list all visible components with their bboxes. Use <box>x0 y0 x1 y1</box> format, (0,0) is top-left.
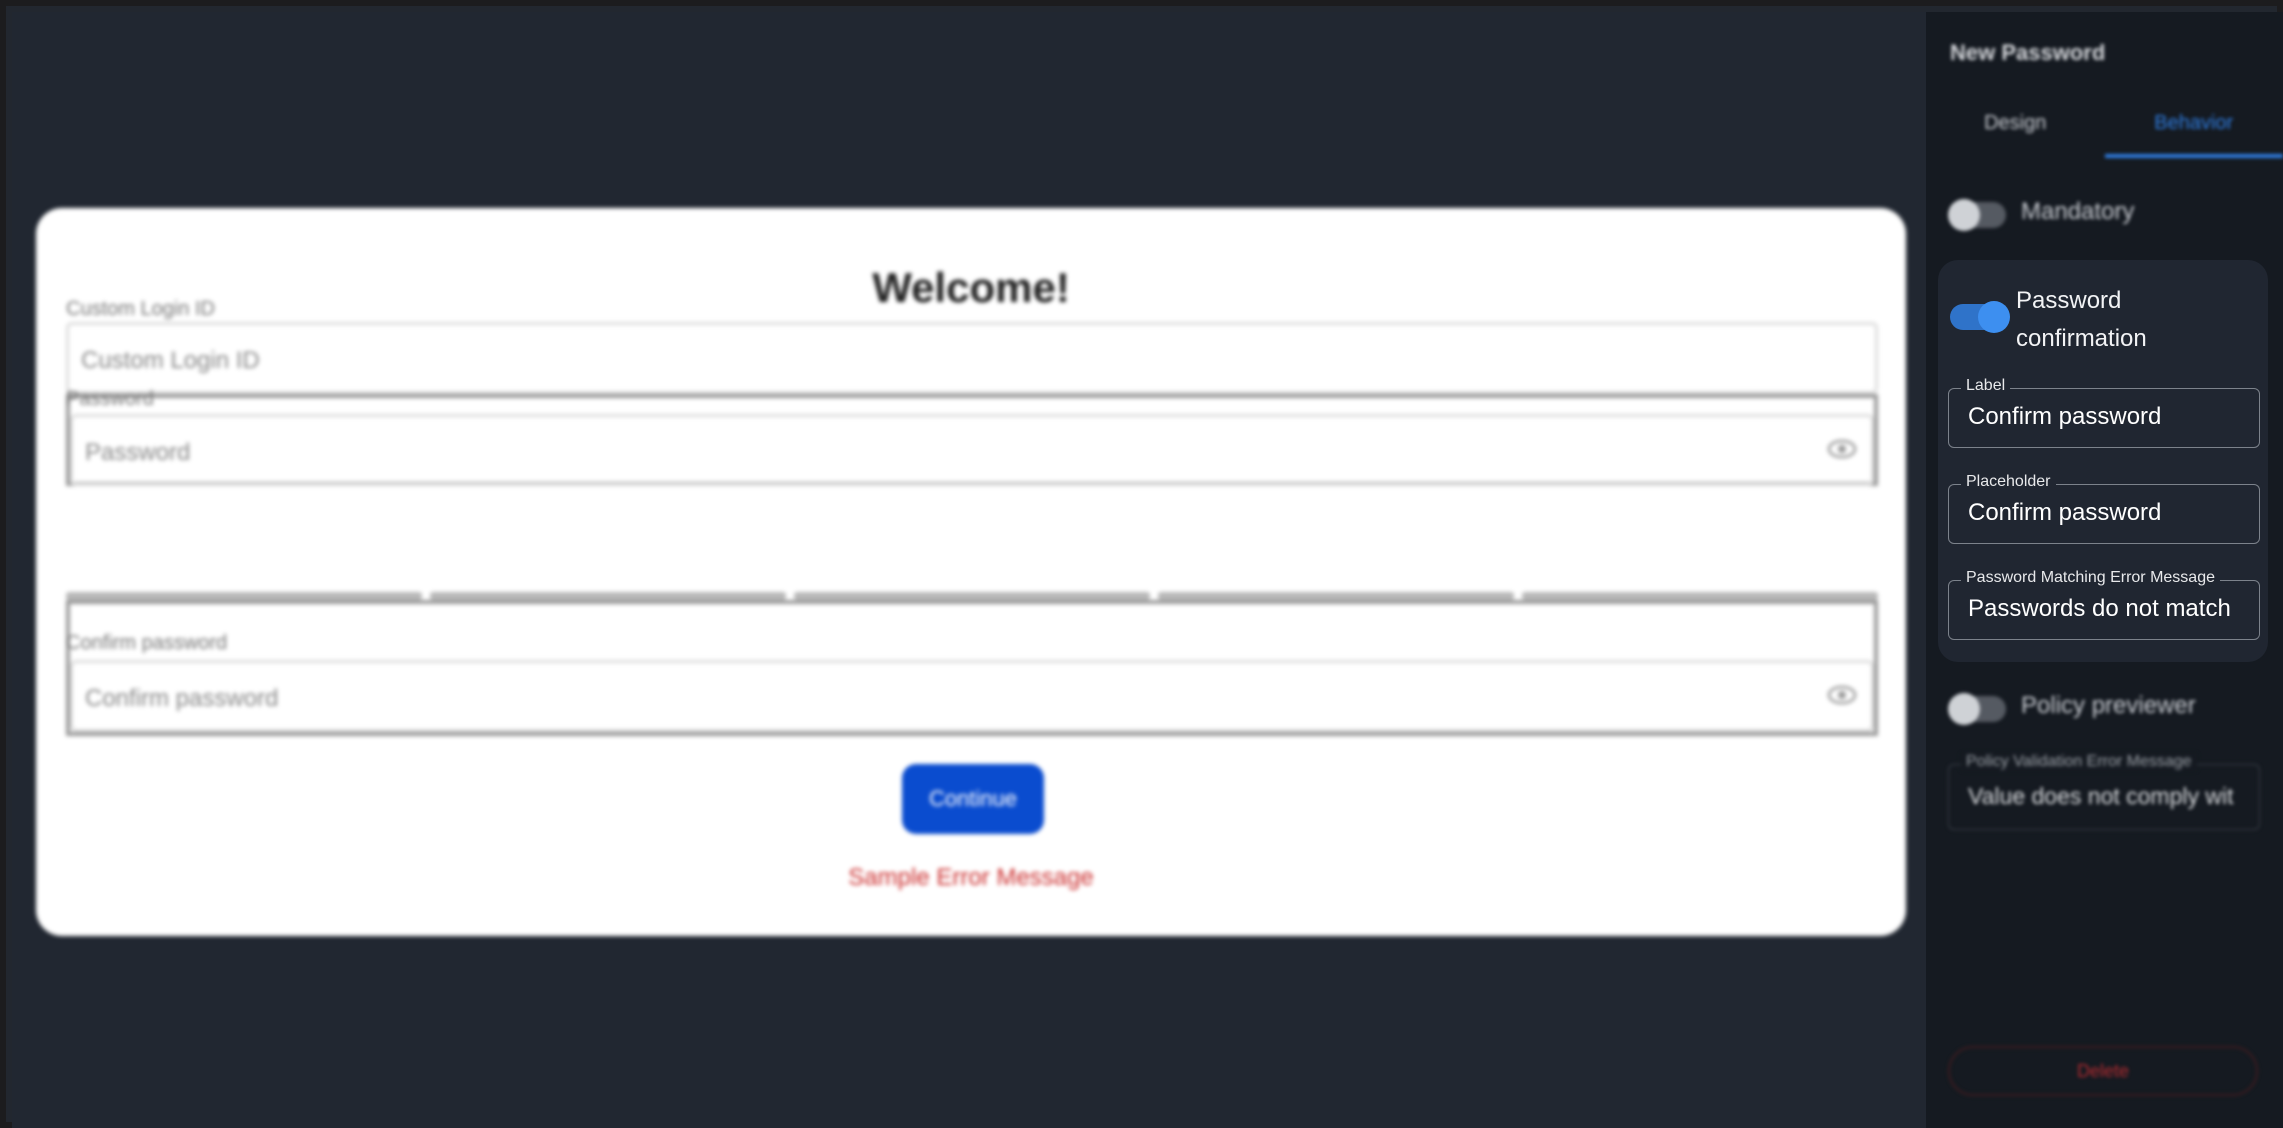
policy-error-field[interactable]: Policy Validation Error Message Value do… <box>1948 753 2260 830</box>
app-window: Welcome! Custom Login ID Custom Login ID… <box>0 0 2283 1128</box>
toggle-knob <box>1948 693 1980 725</box>
placeholder-field[interactable]: Placeholder Confirm password <box>1948 473 2260 544</box>
password-label: Password <box>66 388 154 410</box>
properties-panel: New Password Design Behavior Mandatory P… <box>1926 12 2283 1128</box>
confirm-password-placeholder: Confirm password <box>85 685 279 712</box>
mandatory-label: Mandatory <box>2021 198 2135 225</box>
placeholder-field-value: Confirm password <box>1968 499 2162 526</box>
panel-title: New Password <box>1950 40 2106 65</box>
login-id-input[interactable]: Custom Login ID <box>66 322 1878 394</box>
label-field[interactable]: Label Confirm password <box>1948 377 2260 448</box>
form-preview-canvas: Welcome! Custom Login ID Custom Login ID… <box>12 12 1926 1128</box>
toggle-knob <box>1978 301 2010 333</box>
login-card: Welcome! Custom Login ID Custom Login ID… <box>36 208 1906 936</box>
matching-error-value: Passwords do not match <box>1968 595 2231 622</box>
policy-error-value: Value does not comply wit <box>1968 783 2234 809</box>
confirm-password-input[interactable]: Confirm password <box>70 660 1874 732</box>
confirm-password-label: Confirm password <box>66 632 228 654</box>
matching-error-legend: Password Matching Error Message <box>1961 569 2220 587</box>
panel-tabs: Design Behavior <box>1926 102 2283 158</box>
label-field-legend: Label <box>1961 377 2011 395</box>
password-placeholder: Password <box>85 439 191 466</box>
continue-button[interactable]: Continue <box>902 764 1044 834</box>
strength-segment <box>1158 592 1514 600</box>
strength-segment <box>66 592 422 600</box>
mandatory-toggle[interactable] <box>1948 199 2006 231</box>
password-confirmation-section: Password confirmation Label Confirm pass… <box>1938 260 2268 662</box>
placeholder-field-legend: Placeholder <box>1961 473 2056 491</box>
tab-behavior[interactable]: Behavior <box>2104 102 2283 158</box>
eye-icon[interactable] <box>1827 683 1857 707</box>
tab-design[interactable]: Design <box>1926 102 2105 158</box>
strength-segment <box>430 592 786 600</box>
login-id-label: Custom Login ID <box>66 298 215 320</box>
policy-error-legend: Policy Validation Error Message <box>1961 753 2197 771</box>
eye-icon[interactable] <box>1827 437 1857 461</box>
matching-error-field[interactable]: Password Matching Error Message Password… <box>1948 569 2260 640</box>
password-confirmation-toggle[interactable] <box>1950 301 2010 333</box>
password-confirmation-label: Password confirmation <box>2016 287 2147 352</box>
strength-segment <box>794 592 1150 600</box>
delete-button[interactable]: Delete <box>1948 1046 2258 1096</box>
password-strength-meter <box>66 592 1878 600</box>
policy-previewer-label: Policy previewer <box>2021 692 2196 719</box>
toggle-knob <box>1948 199 1980 231</box>
strength-segment <box>1522 592 1878 600</box>
card-title: Welcome! <box>872 264 1070 311</box>
password-input[interactable]: Password <box>70 414 1874 486</box>
label-field-value: Confirm password <box>1968 403 2162 430</box>
policy-previewer-toggle[interactable] <box>1948 693 2006 725</box>
sample-error-message: Sample Error Message <box>848 864 1094 891</box>
